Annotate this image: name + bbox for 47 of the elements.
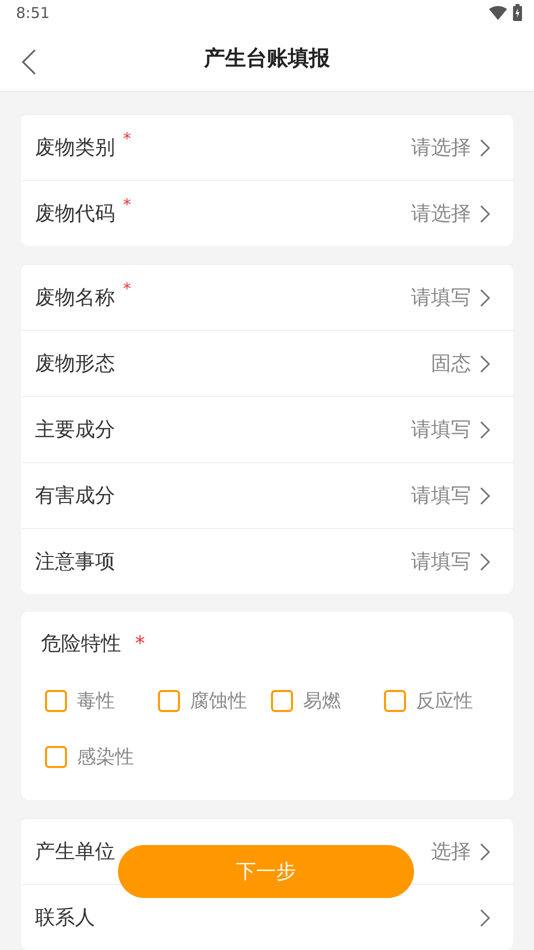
row-value: 请选择 [411,200,471,227]
back-icon[interactable] [20,49,38,76]
wifi-icon [489,6,507,20]
row-label: 产生单位 [35,838,115,865]
chevron-right-icon [479,908,491,928]
row-value: 请填写 [411,416,471,443]
chevron-right-icon [479,486,491,506]
checkbox[interactable] [271,690,293,712]
checkbox[interactable] [45,746,67,768]
required-mark: * [135,631,145,655]
battery-icon [513,4,522,22]
row-label: 联系人 [35,904,95,931]
required-mark: * [123,129,131,148]
chevron-right-icon [479,552,491,572]
page-title: 产生台账填报 [204,45,330,72]
section-label: 危险特性 [41,630,121,656]
row-label: 废物代码 [35,200,115,227]
row-value: 固态 [431,350,471,377]
chevron-right-icon [479,420,491,440]
row-label: 废物形态 [35,350,115,377]
checkbox-label: 毒性 [77,689,115,714]
row-label: 废物类别 [35,134,115,161]
row-value: 请填写 [411,548,471,575]
row-value: 选择 [431,838,471,865]
required-mark: * [123,195,131,214]
required-mark: * [123,279,131,298]
chevron-right-icon [479,138,491,158]
row-label: 有害成分 [35,482,115,509]
chevron-right-icon [479,204,491,224]
row-value: 请选择 [411,134,471,161]
row-label: 注意事项 [35,548,115,575]
chevron-right-icon [479,354,491,374]
checkbox-label: 腐蚀性 [190,689,247,714]
checkbox[interactable] [45,690,67,712]
status-time: 8:51 [16,4,50,22]
row-label: 废物名称 [35,284,115,311]
row-value: 请填写 [411,482,471,509]
checkbox[interactable] [158,690,180,712]
checkbox-label: 感染性 [77,745,134,770]
chevron-right-icon [479,842,491,862]
chevron-right-icon [479,288,491,308]
row-label: 主要成分 [35,416,115,443]
next-button[interactable]: 下一步 [118,845,414,898]
checkbox-label: 反应性 [416,689,473,714]
checkbox[interactable] [384,690,406,712]
checkbox-label: 易燃 [303,689,341,714]
row-value: 请填写 [411,284,471,311]
